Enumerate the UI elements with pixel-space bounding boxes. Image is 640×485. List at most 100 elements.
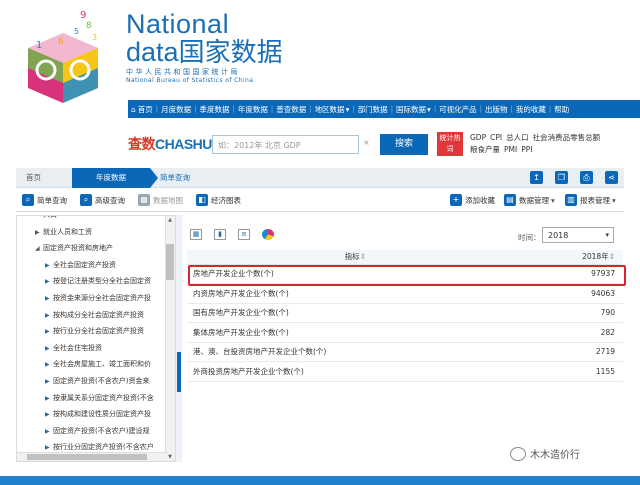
tree-item[interactable]: ▶ 全社会房屋施工、竣工面积和价 xyxy=(25,356,170,373)
nav-item-label: 月度数据 xyxy=(161,104,192,114)
nav-item-label: 首页 xyxy=(137,104,153,114)
highlight-box xyxy=(188,265,626,286)
tree-item[interactable]: ◢ 固定资产投资和房地产 xyxy=(25,240,170,257)
line-chart-icon[interactable]: ≡ xyxy=(238,229,250,240)
print-icon[interactable]: ⎙ xyxy=(580,171,593,184)
simple-query-label: 简单查询 xyxy=(37,195,67,205)
scroll-up-icon[interactable]: ▲ xyxy=(166,217,174,225)
collapsed-triangle-icon: ▶ xyxy=(45,328,50,336)
collapsed-triangle-icon: ▶ xyxy=(45,377,50,385)
table-row[interactable]: 外商投资房地产开发企业个数(个) 1155 xyxy=(187,361,623,382)
nav-item-label: 年度数据 xyxy=(237,104,268,114)
brand-line1: National xyxy=(126,9,230,39)
table-header-row: 指标⇕ 2018年⇕ xyxy=(187,250,623,265)
nav-item-7[interactable]: 国际数据 ▾ xyxy=(393,104,434,115)
data-map-button[interactable]: ▦ 数据地图 xyxy=(138,194,183,206)
tree-item[interactable]: ▶ 固定资产投资(不含农户)资金来 xyxy=(25,373,170,390)
table-view-icon[interactable]: ▦ xyxy=(190,229,202,240)
scroll-down-icon[interactable]: ▼ xyxy=(166,454,174,461)
table-row[interactable]: 内资房地产开发企业个数(个) 94063 xyxy=(187,283,623,304)
splitter-handle[interactable] xyxy=(177,352,181,392)
breadcrumb-simple-query[interactable]: 简单查询 xyxy=(160,168,190,188)
tree-item-label: 就业人员和工资 xyxy=(43,227,92,236)
header-year-label: 2018年 xyxy=(582,252,609,262)
table-row[interactable]: 集体房地产开发企业个数(个) 282 xyxy=(187,322,623,343)
collapsed-triangle-icon: ▶ xyxy=(45,344,50,352)
tree-item[interactable]: ▶ 按构成和建设性质分固定资产投 xyxy=(25,406,170,423)
tree-scroll-thumb[interactable] xyxy=(166,244,174,280)
simple-query-button[interactable]: ⌕ 简单查询 xyxy=(22,194,67,206)
hot-word-link[interactable]: PMI xyxy=(504,145,517,154)
clear-icon[interactable]: × xyxy=(363,138,370,147)
data-map-label: 数据地图 xyxy=(153,195,183,205)
share-icon[interactable]: ⋖ xyxy=(605,171,618,184)
tree-item-label: 按隶属关系分固定资产投资(不含 xyxy=(53,393,154,402)
table-row[interactable]: 港、澳、台投资房地产开发企业个数(个) 2719 xyxy=(187,342,623,362)
nav-item-label: 国际数据 xyxy=(396,104,427,114)
tree-item[interactable]: ▶ 按隶属关系分固定资产投资(不含 xyxy=(25,390,170,407)
search-button[interactable]: 搜索 xyxy=(380,134,428,155)
hot-word-link[interactable]: PPI xyxy=(521,145,532,154)
tree-item-label: 按资金来源分全社会固定资产投 xyxy=(53,293,151,302)
tree-item[interactable]: ▶ 全社会住宅投资 xyxy=(25,340,170,357)
hot-word-link[interactable]: 粮食产量 xyxy=(470,145,500,154)
nav-item-4[interactable]: 普查数据 xyxy=(273,104,309,115)
collapsed-triangle-icon: ▶ xyxy=(45,411,50,419)
copy-icon[interactable]: ❐ xyxy=(555,171,568,184)
map-icon: ▦ xyxy=(138,194,150,206)
export-icon[interactable]: ↥ xyxy=(530,171,543,184)
tree-item-label: 按行业分固定资产投资(不含农户 xyxy=(53,443,154,452)
collapsed-triangle-icon: ▶ xyxy=(45,361,50,369)
brand-line2-cn: 国家数据 xyxy=(178,37,283,67)
tree-item[interactable]: ▶ 按登记注册类型分全社会固定资 xyxy=(25,273,170,290)
time-label: 时间： xyxy=(518,233,541,242)
tree-item[interactable]: ▶ 固定资产投资(不含农户)建设规 xyxy=(25,423,170,440)
tree-item[interactable]: ▶ 按行业分全社会固定资产投资 xyxy=(25,323,170,340)
tree-item-label: 按构成分全社会固定资产投资 xyxy=(53,310,144,319)
tree-item[interactable]: ▶ 按资金来源分全社会固定资产投 xyxy=(25,290,170,307)
nav-item-10[interactable]: 我的收藏 xyxy=(513,104,549,115)
hot-word-link[interactable]: GDP xyxy=(470,133,486,142)
tree-vertical-scrollbar[interactable]: ▲ ▼ xyxy=(165,216,175,461)
tree-item[interactable]: 人口 xyxy=(25,216,170,224)
brand-sub-en: National Bureau of Statistics of China xyxy=(126,77,254,84)
header-indicator[interactable]: 指标⇕ xyxy=(187,250,551,265)
table-row[interactable]: 国有房地产开发企业个数(个) 790 xyxy=(187,303,623,323)
nav-item-8[interactable]: 可视化产品 xyxy=(436,104,480,115)
nav-item-2[interactable]: 季度数据 xyxy=(196,104,232,115)
search-input[interactable]: 如：2012年 北京 GDP xyxy=(212,135,359,154)
tree-item[interactable]: ▶ 按构成分全社会固定资产投资 xyxy=(25,307,170,324)
brand-block[interactable]: National data国家数据 中华人民共和国国家统计局 National … xyxy=(126,10,283,84)
header-year[interactable]: 2018年⇕ xyxy=(550,250,623,265)
nav-item-3[interactable]: 年度数据 xyxy=(235,104,271,115)
bar-chart-icon[interactable]: ▮ xyxy=(214,229,226,240)
nav-item-5[interactable]: 地区数据 ▾ xyxy=(312,104,353,115)
nav-item-0[interactable]: ⌂ 首页 xyxy=(128,104,156,115)
breadcrumb-home[interactable]: 首页 xyxy=(26,168,41,188)
nav-item-11[interactable]: 帮助 xyxy=(551,104,572,115)
nav-item-1[interactable]: 月度数据 xyxy=(158,104,194,115)
tree-item[interactable]: ▶ 就业人员和工资 xyxy=(25,224,170,241)
data-manage-button[interactable]: ▤ 数据管理 ▾ xyxy=(504,194,555,206)
hot-word-link[interactable]: 总人口 xyxy=(506,133,529,142)
add-favorite-button[interactable]: + 添加收藏 xyxy=(450,194,495,206)
year-select[interactable]: 2018 ▾ xyxy=(542,227,614,243)
pie-chart-icon[interactable] xyxy=(262,229,274,240)
chevron-down-icon: ▾ xyxy=(612,195,616,205)
advanced-query-button[interactable]: ⌕ 高级查询 xyxy=(80,194,125,206)
data-manage-label: 数据管理 xyxy=(519,195,549,205)
nav-item-9[interactable]: 出版物 xyxy=(482,104,511,115)
tree-hscroll-thumb[interactable] xyxy=(27,454,147,460)
svg-text:9: 9 xyxy=(80,10,86,21)
tree-horizontal-scrollbar[interactable] xyxy=(17,452,167,461)
indicator-tree[interactable]: 人口 ▶ 就业人员和工资 ◢ 固定资产投资和房地产 ▶ 全社会固定资产投资 ▶ 按登记注册类型分… xyxy=(16,215,176,462)
indicator-cell: 集体房地产开发企业个数(个) xyxy=(187,322,551,343)
tree-item[interactable]: ▶ 全社会固定资产投资 xyxy=(25,257,170,274)
bottom-bar xyxy=(0,476,640,485)
hot-word-link[interactable]: 社会消费品零售总额 xyxy=(533,133,601,142)
econ-chart-button[interactable]: ◧ 经济图表 xyxy=(196,194,241,206)
report-manage-button[interactable]: ▥ 报表管理 ▾ xyxy=(565,194,616,206)
breadcrumb-year-data[interactable]: 年度数据 xyxy=(72,168,158,188)
hot-word-link[interactable]: CPI xyxy=(490,133,502,142)
nav-item-6[interactable]: 部门数据 xyxy=(355,104,391,115)
